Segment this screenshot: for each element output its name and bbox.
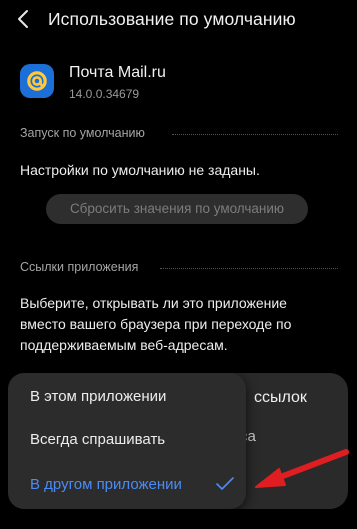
section-title-app-links: Ссылки приложения bbox=[20, 260, 139, 274]
default-status-text: Настройки по умолчанию не заданы. bbox=[20, 162, 260, 178]
underlay-label-fragment: ссылок bbox=[254, 389, 307, 406]
section-divider bbox=[160, 268, 338, 269]
app-version: 14.0.0.34679 bbox=[69, 87, 140, 101]
checkmark-icon bbox=[216, 477, 234, 491]
option-other-app[interactable]: В другом приложении bbox=[30, 476, 182, 493]
annotation-arrow-icon bbox=[248, 444, 354, 494]
app-links-description: Выберите, открывать ли это приложение вм… bbox=[20, 295, 292, 353]
page-title: Использование по умолчанию bbox=[48, 9, 296, 29]
section-title-default-launch: Запуск по умолчанию bbox=[20, 126, 145, 140]
section-divider bbox=[172, 134, 338, 135]
back-arrow-icon[interactable] bbox=[14, 8, 34, 30]
option-always-ask[interactable]: Всегда спрашивать bbox=[30, 431, 165, 448]
option-this-app[interactable]: В этом приложении bbox=[30, 388, 166, 405]
app-name: Почта Mail.ru bbox=[69, 64, 166, 81]
reset-defaults-button[interactable]: Сбросить значения по умолчанию bbox=[46, 194, 308, 224]
mail-ru-app-icon bbox=[20, 64, 54, 98]
open-links-popup-menu: В этом приложении Всегда спрашивать В др… bbox=[8, 373, 246, 509]
